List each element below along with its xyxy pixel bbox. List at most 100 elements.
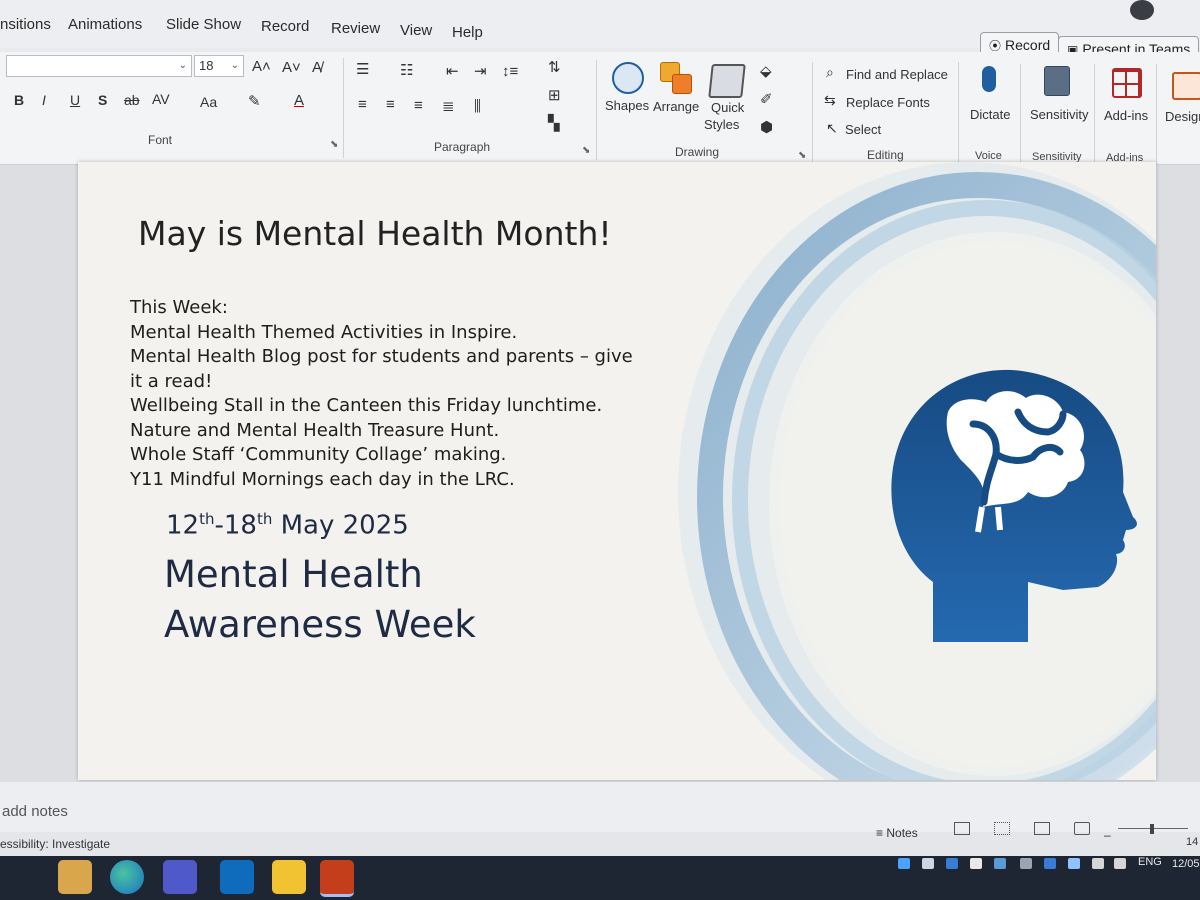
align-center-icon[interactable]: ≡ (386, 96, 395, 113)
edge-icon[interactable] (110, 860, 144, 894)
grow-font-icon[interactable]: A˄ (252, 58, 271, 75)
shrink-font-icon[interactable]: A˅ (282, 59, 301, 76)
increase-indent-icon[interactable]: ⇥ (474, 62, 487, 80)
notes-toggle-button[interactable]: ≡ Notes (876, 826, 918, 840)
tab-review[interactable]: Review (331, 20, 380, 37)
justify-icon[interactable]: ≣ (442, 97, 455, 115)
account-avatar[interactable] (1130, 0, 1154, 20)
reading-view-icon[interactable] (1034, 822, 1050, 835)
font-dialog-launcher-icon[interactable]: ⬊ (330, 139, 338, 150)
numbering-icon[interactable]: ☷ (400, 61, 413, 79)
event-heading[interactable]: Mental Health Awareness Week (164, 550, 476, 650)
word-icon[interactable] (946, 858, 958, 869)
notes-pane[interactable] (0, 782, 1200, 832)
bullets-icon[interactable]: ☰ (356, 60, 369, 78)
zoom-slider-thumb[interactable] (1150, 824, 1154, 834)
clear-formatting-icon[interactable]: A̸ (312, 59, 322, 76)
select-button[interactable]: Select (845, 122, 881, 137)
wifi-icon[interactable] (1020, 858, 1032, 869)
shapes-button[interactable]: Shapes (605, 98, 649, 113)
highlight-icon[interactable]: ✎ (248, 92, 261, 110)
underline-button[interactable]: U (70, 92, 80, 108)
separator (1094, 64, 1095, 164)
notes-placeholder[interactable]: add notes (2, 803, 68, 820)
quick-styles-icon[interactable] (708, 64, 746, 98)
clock-date[interactable]: 12/05 (1172, 858, 1200, 870)
normal-view-icon[interactable] (954, 822, 970, 835)
tab-animations[interactable]: Animations (68, 16, 142, 33)
cloud-icon[interactable] (1068, 858, 1080, 869)
dropbox-icon[interactable] (1044, 858, 1056, 869)
decrease-indent-icon[interactable]: ⇤ (446, 62, 459, 80)
tab-view[interactable]: View (400, 22, 432, 39)
change-case-button[interactable]: Aa (200, 94, 217, 110)
mail-icon[interactable] (922, 858, 934, 869)
slide-body-text[interactable]: This Week: Mental Health Themed Activiti… (130, 296, 650, 492)
strikethrough-button[interactable]: ab (124, 92, 140, 108)
event-heading-line: Mental Health (164, 553, 423, 596)
sensitivity-button[interactable]: Sensitivity (1030, 107, 1089, 122)
tab-record[interactable]: Record (261, 18, 309, 35)
zoom-out-icon[interactable]: – (1104, 828, 1111, 842)
teams-icon[interactable] (163, 860, 197, 894)
language-indicator[interactable]: ENG (1138, 856, 1162, 868)
store-icon[interactable] (272, 860, 306, 894)
add-ins-icon[interactable] (1112, 68, 1142, 98)
file-explorer-icon[interactable] (58, 860, 92, 894)
paragraph-dialog-launcher-icon[interactable]: ⬊ (582, 145, 590, 156)
event-date[interactable]: 12th-18th May 2025 (166, 510, 409, 541)
find-icon[interactable]: ⌕ (826, 64, 834, 81)
drawing-dialog-launcher-icon[interactable]: ⬊ (798, 150, 806, 161)
line-spacing-icon[interactable]: ↕≡ (502, 63, 518, 80)
shape-outline-icon[interactable]: ✐ (760, 90, 773, 108)
outlook-icon[interactable] (220, 860, 254, 894)
designer-button[interactable]: Design (1165, 109, 1200, 124)
volume-icon[interactable] (1114, 858, 1126, 869)
font-name-combo[interactable]: ⌄ (6, 55, 192, 77)
font-size-combo[interactable]: 18 ⌄ (194, 55, 244, 77)
font-color-icon[interactable]: A (294, 92, 304, 109)
select-arrow-icon[interactable]: ↖ (826, 120, 838, 137)
tab-transitions[interactable]: nsitions (0, 16, 51, 33)
microphone-icon[interactable] (982, 66, 996, 92)
powerpoint-icon[interactable] (320, 860, 354, 897)
shapes-icon[interactable] (612, 62, 644, 94)
designer-icon[interactable] (1172, 72, 1200, 100)
slide-sorter-icon[interactable] (994, 822, 1010, 835)
sensitivity-icon[interactable] (1044, 66, 1070, 96)
onedrive-icon[interactable] (994, 858, 1006, 869)
tab-slide-show[interactable]: Slide Show (166, 16, 241, 33)
columns-icon[interactable]: ⫼ (474, 98, 481, 115)
convert-to-smartart-icon[interactable]: ▚ (548, 114, 560, 132)
quick-styles-label-2[interactable]: Styles (704, 117, 739, 132)
clock-time[interactable]: 14 (1186, 836, 1198, 848)
shadow-button[interactable]: S (98, 92, 107, 108)
dictate-button[interactable]: Dictate (970, 107, 1010, 122)
character-spacing-button[interactable]: AV (152, 91, 170, 107)
find-and-replace-button[interactable]: Find and Replace (846, 67, 948, 82)
shape-fill-icon[interactable]: ⬙ (760, 62, 772, 80)
shape-effects-icon[interactable]: ⬢ (760, 118, 773, 136)
chevron-down-icon: ⌄ (178, 60, 187, 71)
battery-icon[interactable] (1092, 858, 1104, 869)
align-left-icon[interactable]: ≡ (358, 96, 367, 113)
text-direction-icon[interactable]: ⇅ (548, 58, 561, 76)
bold-button[interactable]: B (14, 92, 24, 108)
replace-fonts-button[interactable]: Replace Fonts (846, 95, 930, 110)
replace-fonts-icon[interactable]: ⇆ (824, 92, 836, 109)
add-ins-button[interactable]: Add-ins (1104, 108, 1148, 123)
accessibility-status[interactable]: essibility: Investigate (0, 837, 110, 851)
italic-button[interactable]: I (42, 92, 46, 108)
font-size-value: 18 (199, 58, 214, 73)
quick-styles-label-1[interactable]: Quick (711, 100, 744, 115)
align-right-icon[interactable]: ≡ (414, 97, 423, 114)
bluetooth-icon[interactable] (898, 858, 910, 869)
slide-show-icon[interactable] (1074, 822, 1090, 835)
arrange-button[interactable]: Arrange (653, 99, 699, 114)
slide-graphic[interactable] (608, 162, 1156, 780)
slide[interactable]: May is Mental Health Month! This Week: M… (78, 162, 1156, 780)
slide-title[interactable]: May is Mental Health Month! (138, 214, 612, 253)
tab-help[interactable]: Help (452, 24, 483, 41)
shield-icon[interactable] (970, 858, 982, 869)
align-text-icon[interactable]: ⊞ (548, 86, 561, 104)
